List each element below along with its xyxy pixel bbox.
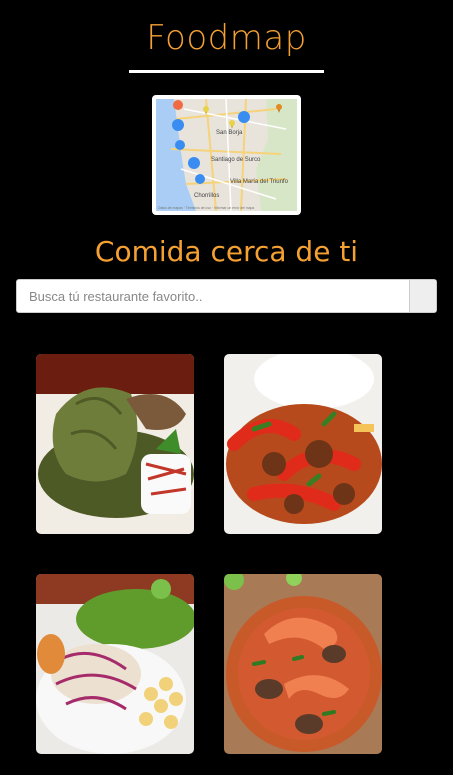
dish-card-pachamanca[interactable] [36,354,194,534]
search-input[interactable] [17,280,409,312]
map-label-villa-maria: Villa María del Triunfo [230,179,289,185]
map-image: San Borja Santiago de Surco Chorrillos V… [156,99,297,211]
app-title: Foodmap [146,18,307,58]
map-label-surco: Santiago de Surco [211,157,261,163]
dish-card-arroz-con-mariscos[interactable] [224,574,382,754]
dish-image-ceviche [36,574,194,754]
dish-image-arroz-con-mariscos [224,574,382,754]
map-thumbnail[interactable]: San Borja Santiago de Surco Chorrillos V… [152,95,301,215]
dish-card-lomo-saltado[interactable] [224,354,382,534]
search-button[interactable] [409,280,436,312]
dish-card-ceviche[interactable] [36,574,194,754]
dish-image-pachamanca [36,354,194,534]
search-bar [16,279,437,313]
map-attribution: Datos de mapas · Términos de uso · Infor… [158,206,254,210]
title-underline [129,70,324,73]
section-title: Comida cerca de ti [94,235,359,268]
map-label-san-borja: San Borja [216,130,243,136]
dish-image-lomo-saltado [224,354,382,534]
map-label-chorrillos: Chorrillos [194,193,219,199]
